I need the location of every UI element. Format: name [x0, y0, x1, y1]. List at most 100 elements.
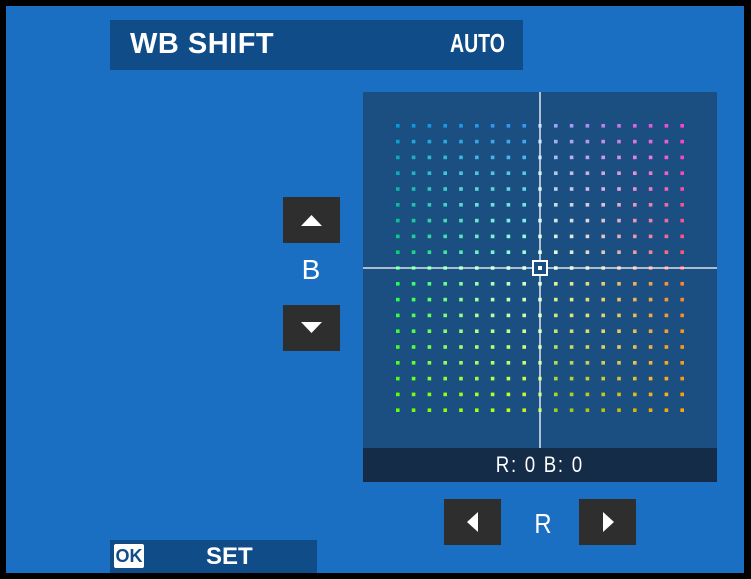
- grid-dot: [601, 171, 605, 175]
- grid-dot: [427, 171, 432, 175]
- grid-dot: [569, 361, 574, 365]
- grid-dot: [427, 376, 432, 381]
- grid-dot: [506, 361, 511, 365]
- grid-dot: [617, 187, 621, 191]
- grid-dot: [475, 361, 479, 365]
- wb-shift-grid[interactable]: [363, 92, 717, 448]
- grid-dot: [633, 345, 637, 349]
- set-hint-bar: OK SET: [110, 540, 317, 573]
- r-right-button[interactable]: [579, 499, 636, 545]
- grid-dot: [680, 392, 684, 397]
- r-left-button[interactable]: [444, 499, 501, 545]
- grid-dot: [601, 376, 605, 381]
- shift-cursor-center: [538, 266, 542, 270]
- grid-dot: [569, 155, 574, 160]
- grid-dot: [617, 155, 621, 160]
- grid-dot: [633, 155, 637, 160]
- grid-dot: [569, 329, 574, 333]
- grid-dot: [459, 392, 463, 397]
- grid-dot: [443, 124, 447, 128]
- grid-dot: [459, 155, 463, 160]
- grid-dot: [585, 376, 590, 381]
- grid-dot: [680, 218, 684, 223]
- grid-dot: [601, 218, 605, 223]
- grid-dot: [522, 392, 526, 397]
- grid-dot: [601, 282, 605, 286]
- grid-dot: [490, 155, 495, 160]
- grid-dot: [443, 408, 447, 412]
- grid-dot: [459, 313, 463, 318]
- grid-dot: [490, 408, 495, 412]
- grid-dot: [680, 376, 684, 381]
- grid-dot: [427, 139, 432, 144]
- grid-dot: [664, 171, 669, 175]
- grid-dot: [459, 171, 463, 175]
- grid-dot: [601, 234, 605, 239]
- grid-dot: [522, 171, 526, 175]
- grid-dot: [633, 187, 637, 191]
- grid-dot: [522, 139, 526, 144]
- b-down-button[interactable]: [283, 305, 340, 351]
- grid-dot: [427, 408, 432, 412]
- grid-dot: [475, 345, 479, 349]
- grid-dot: [427, 392, 432, 397]
- grid-dot: [490, 218, 495, 223]
- grid-dot: [459, 250, 463, 254]
- grid-dot: [490, 282, 495, 286]
- grid-dot: [601, 187, 605, 191]
- grid-dot: [459, 203, 463, 207]
- grid-dot: [506, 155, 511, 160]
- grid-dot: [680, 171, 684, 175]
- grid-dot: [475, 234, 479, 239]
- grid-dot: [411, 282, 416, 286]
- grid-dot: [585, 361, 590, 365]
- grid-dot: [601, 313, 605, 318]
- grid-dot: [427, 155, 432, 160]
- b-up-button[interactable]: [283, 197, 340, 243]
- grid-dot: [569, 345, 574, 349]
- grid-dot: [554, 171, 558, 175]
- grid-dot: [490, 139, 495, 144]
- grid-dot: [459, 361, 463, 365]
- grid-dot: [617, 376, 621, 381]
- grid-dot: [680, 408, 684, 412]
- grid-dot: [506, 345, 511, 349]
- grid-dot: [680, 361, 684, 365]
- grid-dot: [664, 345, 669, 349]
- grid-dot: [443, 250, 447, 254]
- grid-dot: [506, 234, 511, 239]
- grid-dot: [490, 234, 495, 239]
- grid-dot: [475, 376, 479, 381]
- grid-dot: [459, 297, 463, 302]
- grid-dot: [648, 139, 653, 144]
- grid-dot: [585, 345, 590, 349]
- grid-dot: [648, 187, 653, 191]
- grid-dot: [617, 345, 621, 349]
- grid-dot: [427, 329, 432, 333]
- grid-dot: [648, 376, 653, 381]
- grid-dot: [427, 234, 432, 239]
- grid-dot: [585, 250, 590, 254]
- grid-dot: [411, 234, 416, 239]
- grid-dot: [459, 408, 463, 412]
- grid-dot: [633, 250, 637, 254]
- grid-dot: [427, 218, 432, 223]
- grid-dot: [459, 376, 463, 381]
- grid-dot: [411, 250, 416, 254]
- grid-dot: [490, 124, 495, 128]
- grid-dot: [617, 297, 621, 302]
- grid-dot: [427, 345, 432, 349]
- grid-dot: [633, 376, 637, 381]
- grid-dot: [648, 408, 653, 412]
- grid-dot: [617, 313, 621, 318]
- grid-dot: [443, 345, 447, 349]
- grid-dot: [554, 218, 558, 223]
- grid-dot: [569, 124, 574, 128]
- grid-dot: [569, 203, 574, 207]
- grid-dot: [427, 361, 432, 365]
- grid-dot: [680, 297, 684, 302]
- grid-dot: [664, 187, 669, 191]
- grid-dot: [680, 234, 684, 239]
- grid-dot: [569, 313, 574, 318]
- grid-dot: [664, 376, 669, 381]
